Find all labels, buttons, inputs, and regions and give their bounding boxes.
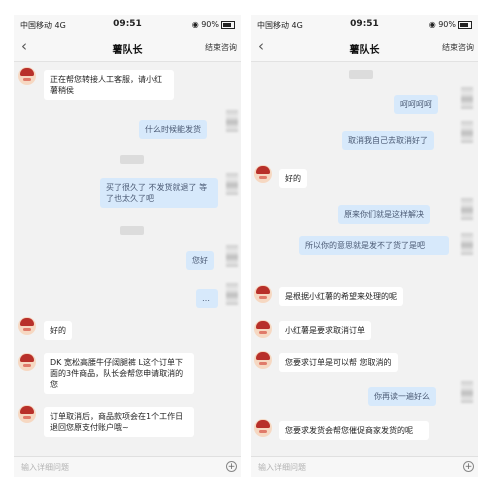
user-avatar [226, 173, 238, 195]
user-avatar [461, 87, 473, 109]
battery-percent: 90% [438, 20, 456, 29]
message-bubble-outgoing: 什么时候能发货 [139, 120, 207, 139]
end-consultation-button[interactable]: 结束咨询 [205, 42, 237, 53]
support-avatar [254, 165, 272, 183]
user-avatar [461, 121, 473, 143]
input-bar: 输入详细问题 + [251, 456, 478, 477]
message-bubble-incoming: 正在帮您转接人工客服，请小红薯稍侯 [44, 70, 174, 100]
user-avatar [461, 381, 473, 403]
message-bubble-incoming: 您要求订单是可以帮 您取消的 [279, 353, 398, 372]
battery-icon [221, 20, 235, 29]
message-input[interactable]: 输入详细问题 [21, 462, 69, 473]
status-bar: 中国移动 4G 09:51 ◉ 90% [251, 15, 478, 33]
user-avatar [461, 233, 473, 255]
message-bubble-incoming: 您要求发货会帮您催促商家发货的呢 [279, 421, 429, 440]
message-bubble-outgoing: 所以你的意思就是发不了货了是吧 [299, 236, 449, 255]
message-bubble-outgoing: 你再读一遍好么 [368, 387, 436, 406]
nav-bar: ‹ 薯队长 结束咨询 [251, 33, 478, 62]
timestamp-chip [120, 155, 144, 164]
message-bubble-incoming: 好的 [279, 169, 307, 188]
message-input[interactable]: 输入详细问题 [258, 462, 306, 473]
support-avatar [254, 419, 272, 437]
support-avatar [254, 320, 272, 338]
support-avatar [18, 405, 36, 423]
user-avatar [226, 110, 238, 132]
battery-percent: 90% [201, 20, 219, 29]
message-bubble-incoming: 订单取消后，商品款项会在1个工作日退回您原支付账户哦~ [44, 407, 194, 437]
message-bubble-outgoing: 原来你们就是这样解决 [338, 205, 430, 224]
support-avatar [18, 317, 36, 335]
input-bar: 输入详细问题 + [14, 456, 241, 477]
end-consultation-button[interactable]: 结束咨询 [442, 42, 474, 53]
chat-screen-left: 中国移动 4G 09:51 ◉ 90% ‹ 薯队长 结束咨询 正在帮您转接人工客… [14, 15, 241, 477]
user-avatar [461, 198, 473, 220]
message-bubble-incoming: DK 宽松高腰牛仔阔腿裤 L这个订单下面的3件商品，队长会帮您申请取消的您 [44, 353, 194, 394]
timestamp-chip [120, 226, 144, 235]
message-bubble-outgoing: 呵呵呵呵 [394, 95, 438, 114]
user-avatar [226, 283, 238, 305]
message-bubble-outgoing: 买了很久了 不发货就退了 等了也太久了吧 [100, 178, 218, 208]
support-avatar [254, 285, 272, 303]
chat-screen-right: 中国移动 4G 09:51 ◉ 90% ‹ 薯队长 结束咨询 呵呵呵呵 取消我自… [251, 15, 478, 477]
plus-icon[interactable]: + [226, 461, 237, 472]
user-avatar [226, 245, 238, 267]
message-bubble-outgoing: … [196, 289, 218, 308]
message-bubble-outgoing: 取消我自己去取消好了 [342, 131, 434, 150]
status-bar: 中国移动 4G 09:51 ◉ 90% [14, 15, 241, 33]
message-bubble-incoming: 好的 [44, 321, 72, 340]
plus-icon[interactable]: + [463, 461, 474, 472]
message-bubble-incoming: 是根据小红薯的希望来处理的呢 [279, 287, 403, 306]
support-avatar [18, 67, 36, 85]
message-bubble-outgoing: 您好 [186, 251, 214, 270]
battery-icon [458, 20, 472, 29]
support-avatar [254, 351, 272, 369]
timestamp-chip [349, 70, 373, 79]
nav-bar: ‹ 薯队长 结束咨询 [14, 33, 241, 62]
message-bubble-incoming: 小红薯是要求取消订单 [279, 321, 371, 340]
support-avatar [18, 353, 36, 371]
